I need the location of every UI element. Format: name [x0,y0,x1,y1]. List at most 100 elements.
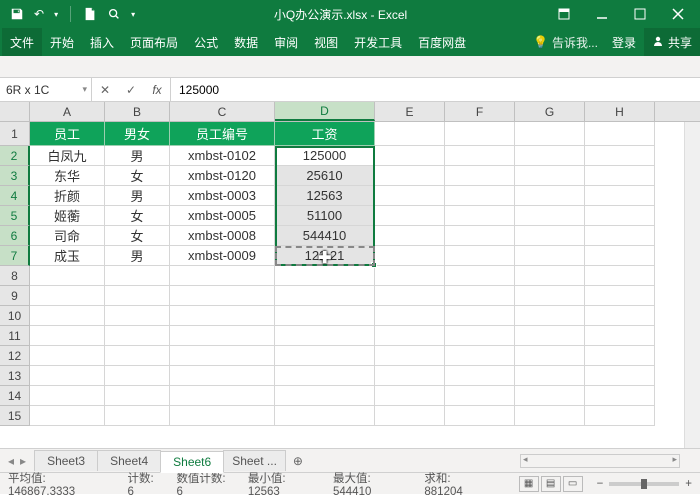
cell[interactable]: 544410 [275,226,375,246]
cell[interactable] [375,246,445,266]
cell[interactable] [275,286,375,306]
row-header[interactable]: 12 [0,346,30,366]
cell[interactable] [30,286,105,306]
sheet-tab-3[interactable]: Sheet ... [223,450,286,471]
sheet-nav[interactable]: ◂▸ [0,454,34,468]
zoom-thumb[interactable] [641,479,647,489]
row-header[interactable]: 1 [0,122,30,146]
cell[interactable] [585,122,655,146]
col-header-H[interactable]: H [585,102,655,121]
fill-handle[interactable] [371,262,377,268]
cell[interactable]: xmbst-0005 [170,206,275,226]
zoom-slider[interactable] [609,482,679,486]
cell[interactable] [375,366,445,386]
view-switcher[interactable]: ▦ ▤ ▭ [519,476,583,492]
cell[interactable] [515,166,585,186]
fx-icon[interactable]: fx [144,83,170,97]
cell[interactable] [105,346,170,366]
cell[interactable] [585,286,655,306]
login-link[interactable]: 登录 [604,28,644,56]
cell[interactable] [445,286,515,306]
cell[interactable] [585,346,655,366]
cell[interactable] [585,146,655,166]
cell[interactable] [375,146,445,166]
cell[interactable] [170,406,275,426]
tab-developer[interactable]: 开发工具 [346,28,410,56]
cell[interactable] [585,246,655,266]
cell[interactable]: xmbst-0102 [170,146,275,166]
cell[interactable] [170,286,275,306]
zoom-in-icon[interactable]: + [685,478,692,490]
cell[interactable] [30,406,105,426]
cell[interactable] [375,326,445,346]
cell[interactable] [105,406,170,426]
cell[interactable] [30,366,105,386]
cell[interactable] [375,206,445,226]
cell[interactable]: 东华 [30,166,105,186]
cell[interactable] [445,346,515,366]
normal-view-icon[interactable]: ▦ [519,476,539,492]
cell[interactable] [375,346,445,366]
cell[interactable] [585,326,655,346]
cell[interactable]: 125000 [275,146,375,166]
tab-view[interactable]: 视图 [306,28,346,56]
cell[interactable] [375,406,445,426]
maximize-icon[interactable] [622,0,658,28]
select-all-corner[interactable] [0,102,30,121]
cell[interactable] [515,206,585,226]
cell[interactable] [30,346,105,366]
cell[interactable] [105,266,170,286]
cell[interactable]: xmbst-0003 [170,186,275,206]
worksheet-grid[interactable]: A B C D E F G H 1员工男女员工编号工资2白凤九男xmbst-01… [0,102,700,448]
cell[interactable] [375,306,445,326]
cell[interactable] [585,206,655,226]
row-header[interactable]: 7 [0,246,30,266]
new-doc-icon[interactable] [83,7,97,21]
cell[interactable]: 折颜 [30,186,105,206]
cell[interactable] [515,286,585,306]
cell[interactable]: 白凤九 [30,146,105,166]
col-header-G[interactable]: G [515,102,585,121]
cell[interactable] [445,406,515,426]
cancel-formula-icon[interactable]: ✕ [92,83,118,97]
cell[interactable] [515,306,585,326]
cell[interactable]: 姬蘅 [30,206,105,226]
cell[interactable] [445,146,515,166]
cell[interactable] [275,406,375,426]
row-header[interactable]: 4 [0,186,30,206]
cell[interactable] [275,266,375,286]
cell[interactable] [445,246,515,266]
vertical-scrollbar[interactable] [684,122,700,448]
cell[interactable] [375,286,445,306]
cell[interactable] [515,366,585,386]
col-header-A[interactable]: A [30,102,105,121]
cell[interactable] [585,306,655,326]
cell[interactable] [375,386,445,406]
tab-review[interactable]: 审阅 [266,28,306,56]
cell[interactable] [105,326,170,346]
cell[interactable] [515,146,585,166]
minimize-icon[interactable] [584,0,620,28]
col-header-C[interactable]: C [170,102,275,121]
cell[interactable] [585,266,655,286]
row-header[interactable]: 6 [0,226,30,246]
cell[interactable] [275,366,375,386]
cell[interactable]: xmbst-0009 [170,246,275,266]
cell[interactable] [170,266,275,286]
cell[interactable] [445,226,515,246]
row-header[interactable]: 13 [0,366,30,386]
cell[interactable]: 成玉 [30,246,105,266]
cell[interactable] [30,266,105,286]
cell[interactable]: 司命 [30,226,105,246]
name-box[interactable]: 6R x 1C ▾ [0,78,92,101]
row-header[interactable]: 10 [0,306,30,326]
cell[interactable] [275,386,375,406]
row-header[interactable]: 15 [0,406,30,426]
tab-data[interactable]: 数据 [226,28,266,56]
cell[interactable] [445,386,515,406]
cell[interactable] [105,386,170,406]
cell[interactable] [375,186,445,206]
cell[interactable] [375,266,445,286]
horizontal-scrollbar[interactable]: ◂ ▸ [520,454,680,468]
cell[interactable] [275,306,375,326]
